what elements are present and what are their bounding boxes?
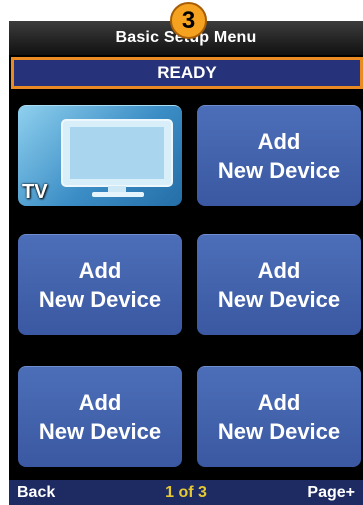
tile-line-add: Add <box>257 390 301 415</box>
tile-line-new-device: New Device <box>217 287 341 312</box>
tile-line-add: Add <box>257 258 301 283</box>
tile-line-new-device: New Device <box>217 158 341 183</box>
add-device-tile[interactable]: Add New Device <box>197 234 361 335</box>
back-button[interactable]: Back <box>17 480 55 505</box>
add-device-tile[interactable]: Add New Device <box>18 234 182 335</box>
tile-line-add: Add <box>78 258 122 283</box>
step-number-badge: 3 <box>170 2 207 39</box>
device-tile-tv[interactable]: TV <box>18 105 182 206</box>
tile-line-add: Add <box>78 390 122 415</box>
tile-line-add: Add <box>257 129 301 154</box>
status-bar: READY <box>11 57 363 89</box>
tile-line-new-device: New Device <box>38 419 162 444</box>
add-device-tile[interactable]: Add New Device <box>197 366 361 467</box>
add-device-tile[interactable]: Add New Device <box>197 105 361 206</box>
tile-line-new-device: New Device <box>38 287 162 312</box>
status-text: READY <box>157 63 217 82</box>
next-page-button[interactable]: Page+ <box>307 480 355 505</box>
bottom-bar: 1 of 3 Back Page+ <box>9 480 363 505</box>
tile-line-new-device: New Device <box>217 419 341 444</box>
remote-screen: Basic Setup Menu READY TV Add New Device… <box>9 21 363 505</box>
device-tile-tv-label: TV <box>22 181 48 203</box>
add-device-tile[interactable]: Add New Device <box>18 366 182 467</box>
